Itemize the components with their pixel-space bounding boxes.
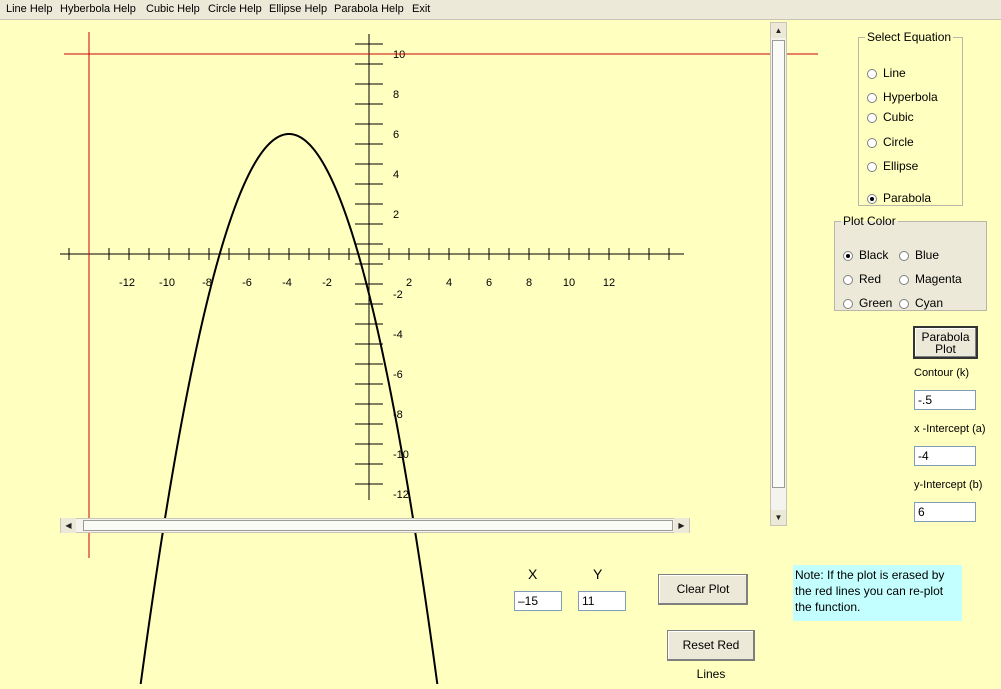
radio-dot-icon[interactable]	[867, 138, 877, 148]
x-tick-label: -10	[159, 277, 175, 289]
x-tick-label: 6	[486, 277, 492, 289]
radio-color-blue[interactable]: Blue	[899, 248, 939, 262]
x-tick-label: -2	[322, 277, 332, 289]
x-intercept-label: x -Intercept (a)	[914, 423, 986, 435]
radio-color-green[interactable]: Green	[843, 296, 892, 310]
parabola-plot-button[interactable]: Parabola Plot	[913, 326, 978, 359]
select-equation-title: Select Equation	[867, 30, 952, 44]
x-coord-input[interactable]	[514, 591, 562, 611]
radio-line[interactable]: Line	[867, 66, 906, 80]
scroll-up-arrow-icon[interactable]: ▲	[771, 23, 786, 38]
menu-parabola-help[interactable]: Parabola Help	[334, 3, 404, 15]
scroll-down-arrow-icon[interactable]: ▼	[771, 510, 786, 525]
x-coord-label: X	[528, 566, 538, 582]
x-tick-label: -6	[242, 277, 252, 289]
y-tick-label: -6	[393, 369, 403, 381]
contour-label: Contour (k)	[914, 367, 970, 379]
menu-cubic-help[interactable]: Cubic Help	[146, 3, 200, 15]
radio-ellipse[interactable]: Ellipse	[867, 159, 918, 173]
y-intercept-label: y-Intercept (b)	[914, 479, 983, 491]
x-tick-label: 4	[446, 277, 452, 289]
menu-ellipse-help[interactable]: Ellipse Help	[269, 3, 327, 15]
y-tick-label: -4	[393, 329, 403, 341]
note-box: Note: If the plot is erased by the red l…	[793, 565, 962, 621]
y-tick-label: 2	[393, 209, 399, 221]
plot-color-title: Plot Color	[843, 214, 896, 228]
radio-cubic[interactable]: Cubic	[867, 110, 914, 124]
radio-parabola[interactable]: Parabola	[867, 191, 931, 205]
radio-hyperbola[interactable]: Hyperbola	[867, 90, 938, 104]
x-tick-label: 2	[406, 277, 412, 289]
radio-color-magenta[interactable]: Magenta	[899, 272, 962, 286]
vertical-scroll-thumb[interactable]	[772, 40, 785, 488]
radio-circle[interactable]: Circle	[867, 135, 914, 149]
menu-exit[interactable]: Exit	[412, 3, 430, 15]
x-intercept-input[interactable]	[914, 446, 976, 466]
y-intercept-input[interactable]	[914, 502, 976, 522]
radio-dot-icon[interactable]	[843, 299, 853, 309]
radio-dot-icon[interactable]	[843, 275, 853, 285]
radio-dot-selected-icon[interactable]	[867, 194, 877, 204]
x-tick-label: -4	[282, 277, 292, 289]
select-equation-group: Select Equation Line Hyperbola Cubic Cir…	[858, 30, 963, 206]
radio-dot-selected-icon[interactable]	[843, 251, 853, 261]
scroll-right-arrow-icon[interactable]: ▶	[674, 518, 689, 533]
radio-color-cyan[interactable]: Cyan	[899, 296, 943, 310]
radio-color-red[interactable]: Red	[843, 272, 881, 286]
contour-input[interactable]	[914, 390, 976, 410]
radio-dot-icon[interactable]	[867, 93, 877, 103]
clear-plot-button[interactable]: Clear Plot	[658, 574, 748, 605]
x-tick-label: 8	[526, 277, 532, 289]
plot-color-group: Plot Color Black Blue Red Magenta Green …	[834, 214, 987, 311]
radio-dot-icon[interactable]	[899, 251, 909, 261]
x-tick-label: -12	[119, 277, 135, 289]
horizontal-scrollbar[interactable]: ◀ ▶	[60, 518, 690, 533]
vertical-scrollbar[interactable]: ▲ ▼	[770, 22, 787, 526]
y-tick-label: 4	[393, 169, 399, 181]
radio-dot-icon[interactable]	[867, 69, 877, 79]
horizontal-scroll-thumb[interactable]	[83, 520, 673, 531]
y-tick-label: 6	[393, 129, 399, 141]
x-tick-label: 10	[563, 277, 575, 289]
y-coord-input[interactable]	[578, 591, 626, 611]
radio-color-black[interactable]: Black	[843, 248, 888, 262]
radio-dot-icon[interactable]	[899, 275, 909, 285]
radio-dot-icon[interactable]	[867, 113, 877, 123]
radio-dot-icon[interactable]	[867, 162, 877, 172]
reset-red-lines-button[interactable]: Reset Red Lines	[667, 630, 755, 681]
menu-bar: Line Help Hyberbola Help Cubic Help Circ…	[0, 0, 1001, 20]
y-tick-label: 10	[393, 49, 405, 61]
y-coord-label: Y	[593, 566, 603, 582]
y-tick-label: -2	[393, 289, 403, 301]
y-tick-label: 8	[393, 89, 399, 101]
menu-line-help[interactable]: Line Help	[6, 3, 52, 15]
x-tick-label: 12	[603, 277, 615, 289]
menu-hyperbola-help[interactable]: Hyberbola Help	[60, 3, 136, 15]
radio-dot-icon[interactable]	[899, 299, 909, 309]
menu-circle-help[interactable]: Circle Help	[208, 3, 262, 15]
scroll-left-arrow-icon[interactable]: ◀	[61, 518, 76, 533]
y-tick-label: -12	[393, 489, 409, 501]
